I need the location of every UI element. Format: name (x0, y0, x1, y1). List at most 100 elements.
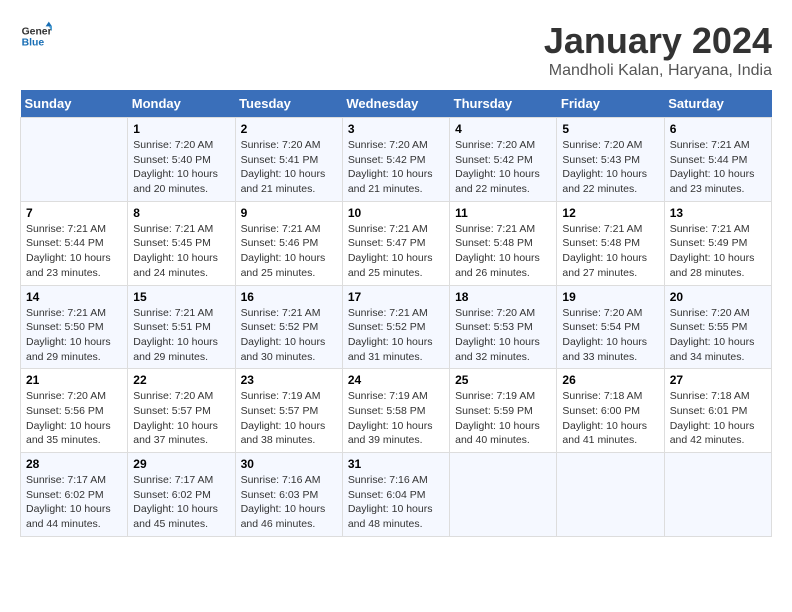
day-number: 14 (26, 290, 122, 304)
col-wednesday: Wednesday (342, 90, 449, 118)
day-number: 1 (133, 122, 229, 136)
day-number: 25 (455, 373, 551, 387)
day-info: Sunrise: 7:20 AM Sunset: 5:40 PM Dayligh… (133, 138, 229, 197)
table-row: 1 Sunrise: 7:20 AM Sunset: 5:40 PM Daylig… (128, 118, 235, 202)
day-info: Sunrise: 7:21 AM Sunset: 5:51 PM Dayligh… (133, 306, 229, 365)
day-info: Sunrise: 7:21 AM Sunset: 5:46 PM Dayligh… (241, 222, 337, 281)
day-number: 18 (455, 290, 551, 304)
day-info: Sunrise: 7:20 AM Sunset: 5:41 PM Dayligh… (241, 138, 337, 197)
day-number: 26 (562, 373, 658, 387)
day-number: 28 (26, 457, 122, 471)
table-row: 18 Sunrise: 7:20 AM Sunset: 5:53 PM Dayli… (450, 285, 557, 369)
day-info: Sunrise: 7:18 AM Sunset: 6:00 PM Dayligh… (562, 389, 658, 448)
day-info: Sunrise: 7:19 AM Sunset: 5:58 PM Dayligh… (348, 389, 444, 448)
table-row: 27 Sunrise: 7:18 AM Sunset: 6:01 PM Dayli… (664, 369, 771, 453)
svg-text:Blue: Blue (22, 38, 45, 49)
table-row (21, 118, 128, 202)
table-row: 21 Sunrise: 7:20 AM Sunset: 5:56 PM Dayli… (21, 369, 128, 453)
day-info: Sunrise: 7:18 AM Sunset: 6:01 PM Dayligh… (670, 389, 766, 448)
table-row: 2 Sunrise: 7:20 AM Sunset: 5:41 PM Daylig… (235, 118, 342, 202)
table-row (557, 453, 664, 537)
day-info: Sunrise: 7:21 AM Sunset: 5:44 PM Dayligh… (26, 222, 122, 281)
day-info: Sunrise: 7:21 AM Sunset: 5:45 PM Dayligh… (133, 222, 229, 281)
day-info: Sunrise: 7:19 AM Sunset: 5:59 PM Dayligh… (455, 389, 551, 448)
table-row: 15 Sunrise: 7:21 AM Sunset: 5:51 PM Dayli… (128, 285, 235, 369)
col-saturday: Saturday (664, 90, 771, 118)
day-info: Sunrise: 7:21 AM Sunset: 5:48 PM Dayligh… (562, 222, 658, 281)
day-info: Sunrise: 7:21 AM Sunset: 5:44 PM Dayligh… (670, 138, 766, 197)
day-number: 13 (670, 206, 766, 220)
day-number: 30 (241, 457, 337, 471)
table-row: 13 Sunrise: 7:21 AM Sunset: 5:49 PM Dayli… (664, 201, 771, 285)
day-info: Sunrise: 7:20 AM Sunset: 5:43 PM Dayligh… (562, 138, 658, 197)
day-info: Sunrise: 7:20 AM Sunset: 5:56 PM Dayligh… (26, 389, 122, 448)
day-number: 4 (455, 122, 551, 136)
table-row: 6 Sunrise: 7:21 AM Sunset: 5:44 PM Daylig… (664, 118, 771, 202)
calendar-table: Sunday Monday Tuesday Wednesday Thursday… (20, 90, 772, 537)
day-number: 12 (562, 206, 658, 220)
table-row: 22 Sunrise: 7:20 AM Sunset: 5:57 PM Dayli… (128, 369, 235, 453)
day-info: Sunrise: 7:21 AM Sunset: 5:47 PM Dayligh… (348, 222, 444, 281)
day-number: 10 (348, 206, 444, 220)
day-info: Sunrise: 7:20 AM Sunset: 5:55 PM Dayligh… (670, 306, 766, 365)
table-row: 12 Sunrise: 7:21 AM Sunset: 5:48 PM Dayli… (557, 201, 664, 285)
logo: General Blue (20, 20, 52, 52)
calendar-week-row: 7 Sunrise: 7:21 AM Sunset: 5:44 PM Daylig… (21, 201, 772, 285)
table-row: 3 Sunrise: 7:20 AM Sunset: 5:42 PM Daylig… (342, 118, 449, 202)
day-number: 2 (241, 122, 337, 136)
day-number: 21 (26, 373, 122, 387)
day-number: 3 (348, 122, 444, 136)
col-friday: Friday (557, 90, 664, 118)
table-row: 7 Sunrise: 7:21 AM Sunset: 5:44 PM Daylig… (21, 201, 128, 285)
table-row: 20 Sunrise: 7:20 AM Sunset: 5:55 PM Dayli… (664, 285, 771, 369)
day-info: Sunrise: 7:16 AM Sunset: 6:04 PM Dayligh… (348, 473, 444, 532)
table-row: 17Sunrise: 7:21 AM Sunset: 5:52 PM Dayli… (342, 285, 449, 369)
day-info: Sunrise: 7:21 AM Sunset: 5:50 PM Dayligh… (26, 306, 122, 365)
day-number: 19 (562, 290, 658, 304)
day-info: Sunrise: 7:20 AM Sunset: 5:42 PM Dayligh… (455, 138, 551, 197)
table-row (450, 453, 557, 537)
day-info: Sunrise: 7:17 AM Sunset: 6:02 PM Dayligh… (133, 473, 229, 532)
day-number: 16 (241, 290, 337, 304)
table-row: 24 Sunrise: 7:19 AM Sunset: 5:58 PM Dayli… (342, 369, 449, 453)
day-info: Sunrise: 7:21 AM Sunset: 5:48 PM Dayligh… (455, 222, 551, 281)
day-number: 27 (670, 373, 766, 387)
table-row: 25 Sunrise: 7:19 AM Sunset: 5:59 PM Dayli… (450, 369, 557, 453)
table-row: 16 Sunrise: 7:21 AM Sunset: 5:52 PM Dayli… (235, 285, 342, 369)
day-number: 15 (133, 290, 229, 304)
calendar-header-row: Sunday Monday Tuesday Wednesday Thursday… (21, 90, 772, 118)
logo-icon: General Blue (20, 20, 52, 52)
table-row: 29 Sunrise: 7:17 AM Sunset: 6:02 PM Dayli… (128, 453, 235, 537)
day-number: 6 (670, 122, 766, 136)
day-info: Sunrise: 7:20 AM Sunset: 5:42 PM Dayligh… (348, 138, 444, 197)
table-row: 10 Sunrise: 7:21 AM Sunset: 5:47 PM Dayli… (342, 201, 449, 285)
col-thursday: Thursday (450, 90, 557, 118)
day-info: Sunrise: 7:20 AM Sunset: 5:53 PM Dayligh… (455, 306, 551, 365)
calendar-week-row: 1 Sunrise: 7:20 AM Sunset: 5:40 PM Daylig… (21, 118, 772, 202)
day-info: Sunrise: 7:19 AM Sunset: 5:57 PM Dayligh… (241, 389, 337, 448)
svg-text:General: General (22, 26, 52, 37)
day-info: Sunrise: 7:21 AM Sunset: 5:52 PM Dayligh… (241, 306, 337, 365)
col-tuesday: Tuesday (235, 90, 342, 118)
day-number: 11 (455, 206, 551, 220)
day-number: 5 (562, 122, 658, 136)
table-row: 19Sunrise: 7:20 AM Sunset: 5:54 PM Dayli… (557, 285, 664, 369)
day-info: Sunrise: 7:17 AM Sunset: 6:02 PM Dayligh… (26, 473, 122, 532)
day-number: 29 (133, 457, 229, 471)
day-number: 9 (241, 206, 337, 220)
calendar-week-row: 14 Sunrise: 7:21 AM Sunset: 5:50 PM Dayli… (21, 285, 772, 369)
day-number: 8 (133, 206, 229, 220)
page-subtitle: Mandholi Kalan, Haryana, India (544, 62, 772, 80)
day-number: 20 (670, 290, 766, 304)
day-info: Sunrise: 7:21 AM Sunset: 5:49 PM Dayligh… (670, 222, 766, 281)
table-row: 11 Sunrise: 7:21 AM Sunset: 5:48 PM Dayli… (450, 201, 557, 285)
calendar-week-row: 21 Sunrise: 7:20 AM Sunset: 5:56 PM Dayli… (21, 369, 772, 453)
day-info: Sunrise: 7:20 AM Sunset: 5:57 PM Dayligh… (133, 389, 229, 448)
day-info: Sunrise: 7:21 AM Sunset: 5:52 PM Dayligh… (348, 306, 444, 365)
day-number: 22 (133, 373, 229, 387)
table-row (664, 453, 771, 537)
day-number: 24 (348, 373, 444, 387)
day-info: Sunrise: 7:16 AM Sunset: 6:03 PM Dayligh… (241, 473, 337, 532)
table-row: 8 Sunrise: 7:21 AM Sunset: 5:45 PM Daylig… (128, 201, 235, 285)
day-number: 7 (26, 206, 122, 220)
